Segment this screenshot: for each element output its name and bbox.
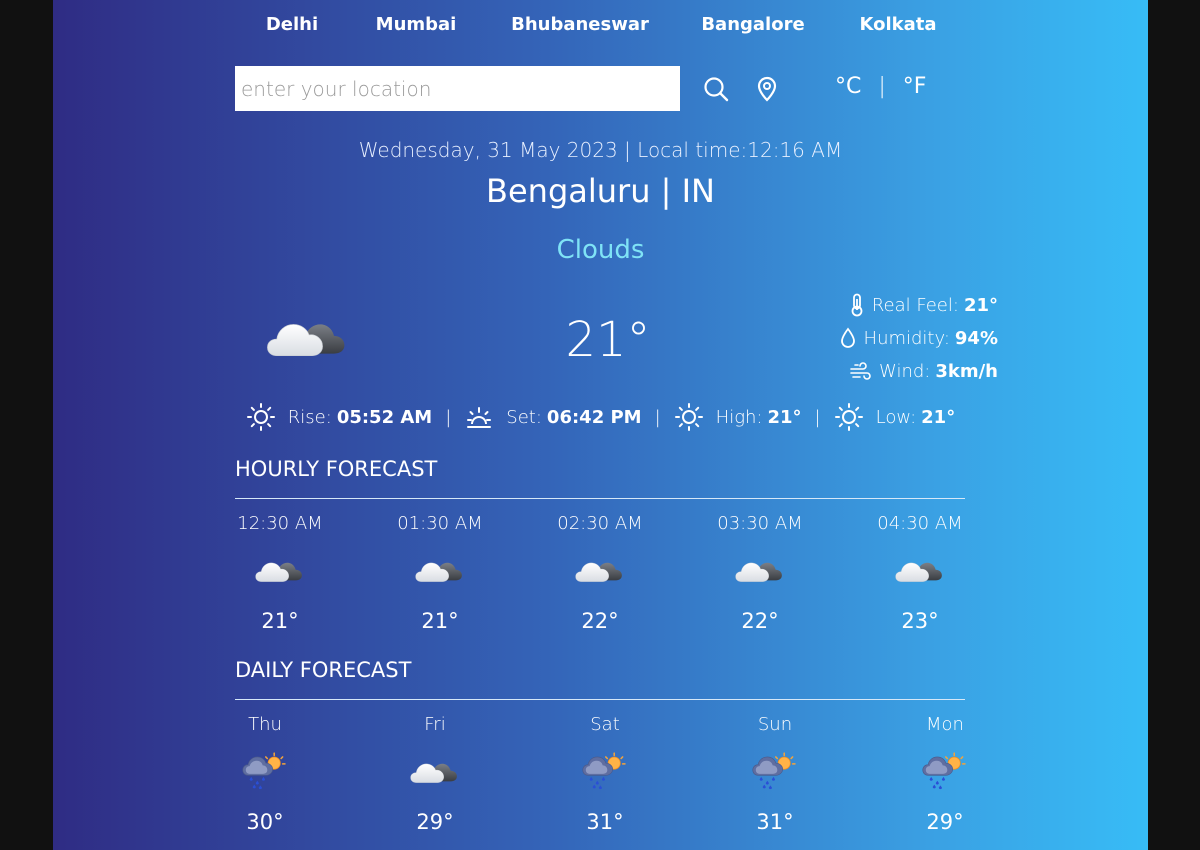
daily-temp: 29° <box>416 810 454 834</box>
hourly-item: 01:30 AM 21° <box>395 513 485 633</box>
cloud-night-icon <box>255 547 305 597</box>
cloud-night-icon <box>575 547 625 597</box>
daily-day: Sun <box>757 714 793 735</box>
hourly-time: 02:30 AM <box>557 513 643 534</box>
sun-icon <box>834 402 864 432</box>
low-item: Low: 21° <box>834 402 956 432</box>
daily-temp: 29° <box>926 810 964 834</box>
weather-app: Delhi Mumbai Bhubaneswar Bangalore Kolka… <box>53 0 1148 850</box>
daily-day: Sat <box>590 714 620 735</box>
daily-item: Mon 29° <box>900 714 990 834</box>
cloud-night-icon <box>895 547 945 597</box>
search-icon[interactable] <box>703 76 729 102</box>
wind-icon <box>850 361 871 380</box>
daily-forecast-list: Thu 30° Fri 29° Sat 31° Sun 31° Mon 29° <box>220 714 990 834</box>
hourly-item: 12:30 AM 21° <box>235 513 325 633</box>
daily-forecast-title: DAILY FORECAST <box>235 658 412 682</box>
sunrise-item: Rise: 05:52 AM <box>246 402 432 432</box>
hourly-time: 01:30 AM <box>397 513 483 534</box>
hourly-temp: 22° <box>581 609 619 633</box>
hourly-forecast-title: HOURLY FORECAST <box>235 457 438 481</box>
hourly-item: 02:30 AM 22° <box>555 513 645 633</box>
hourly-item: 03:30 AM 22° <box>715 513 805 633</box>
nav-city-bangalore[interactable]: Bangalore <box>701 14 804 35</box>
separator: | <box>654 406 661 428</box>
city-nav: Delhi Mumbai Bhubaneswar Bangalore Kolka… <box>235 14 965 44</box>
high-label: High: <box>715 406 763 428</box>
city-name: Bengaluru | IN <box>486 172 715 210</box>
nav-city-bhubaneswar[interactable]: Bhubaneswar <box>511 14 649 35</box>
real-feel-label: Real Feel: <box>871 294 959 316</box>
unit-separator: | <box>878 74 886 99</box>
sun-info-row: Rise: 05:52 AM | Set: 06:42 PM | High: 21° … <box>53 402 1148 432</box>
low-value: 21° <box>921 406 956 428</box>
search-input[interactable] <box>235 66 680 111</box>
separator: | <box>445 406 452 428</box>
current-temperature: 21° <box>565 312 651 368</box>
sunrise-value: 05:52 AM <box>336 406 433 428</box>
high-value: 21° <box>767 406 802 428</box>
rain-sun-icon <box>922 748 968 798</box>
cloud-night-icon <box>266 312 350 368</box>
unit-toggle: °C | °F <box>835 74 926 99</box>
hourly-time: 12:30 AM <box>237 513 323 534</box>
rain-sun-icon <box>242 748 288 798</box>
cloud-night-icon <box>415 547 465 597</box>
daily-day: Thu <box>248 714 282 735</box>
cloud-night-icon <box>735 547 785 597</box>
daily-temp: 31° <box>586 810 624 834</box>
hourly-item: 04:30 AM 23° <box>875 513 965 633</box>
sunset-value: 06:42 PM <box>546 406 642 428</box>
celsius-button[interactable]: °C <box>835 74 861 99</box>
fahrenheit-button[interactable]: °F <box>903 74 927 99</box>
high-item: High: 21° <box>674 402 802 432</box>
hourly-time: 04:30 AM <box>877 513 963 534</box>
sunset-label: Set: <box>506 406 542 428</box>
wind-value: 3km/h <box>935 361 998 382</box>
daily-item: Sun 31° <box>730 714 820 834</box>
wind-row: Wind: 3km/h <box>849 361 998 382</box>
hourly-temp: 22° <box>741 609 779 633</box>
sunset-item: Set: 06:42 PM <box>464 402 642 432</box>
thermometer-icon <box>851 293 863 317</box>
droplet-icon <box>840 327 855 348</box>
low-label: Low: <box>875 406 917 428</box>
weather-condition: Clouds <box>556 235 645 265</box>
daily-item: Sat 31° <box>560 714 650 834</box>
humidity-label: Humidity: <box>863 327 950 349</box>
hourly-time: 03:30 AM <box>717 513 803 534</box>
nav-city-kolkata[interactable]: Kolkata <box>859 14 936 35</box>
local-datetime: Wednesday, 31 May 2023 | Local time:12:1… <box>358 138 843 162</box>
real-feel-value: 21° <box>963 294 998 316</box>
sun-icon <box>674 402 704 432</box>
rain-sun-icon <box>752 748 798 798</box>
hourly-temp: 21° <box>421 609 459 633</box>
daily-temp: 31° <box>756 810 794 834</box>
humidity-row: Humidity: 94% <box>840 327 998 349</box>
hourly-temp: 23° <box>901 609 939 633</box>
separator: | <box>814 406 821 428</box>
sunrise-label: Rise: <box>287 406 332 428</box>
divider <box>235 699 965 700</box>
hourly-temp: 21° <box>261 609 299 633</box>
daily-day: Mon <box>926 714 964 735</box>
daily-item: Fri 29° <box>390 714 480 834</box>
divider <box>235 498 965 499</box>
hourly-forecast-list: 12:30 AM 21° 01:30 AM 21° 02:30 AM 22° 0… <box>235 513 965 633</box>
daily-temp: 30° <box>246 810 284 834</box>
wind-label: Wind: <box>879 361 931 382</box>
daily-item: Thu 30° <box>220 714 310 834</box>
sunset-icon <box>464 402 494 432</box>
rain-sun-icon <box>582 748 628 798</box>
location-pin-icon[interactable] <box>756 76 778 102</box>
cloud-night-icon <box>410 748 460 798</box>
humidity-value: 94% <box>954 327 998 349</box>
real-feel-row: Real Feel: 21° <box>850 293 998 317</box>
sun-icon <box>246 402 276 432</box>
nav-city-delhi[interactable]: Delhi <box>266 14 318 35</box>
nav-city-mumbai[interactable]: Mumbai <box>376 14 457 35</box>
daily-day: Fri <box>424 714 446 735</box>
